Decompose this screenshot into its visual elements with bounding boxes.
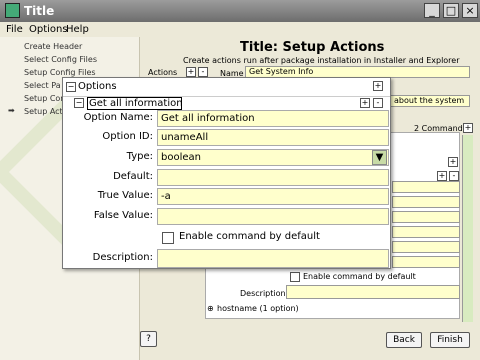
add-option-button[interactable]: +	[448, 157, 458, 167]
back-field-2[interactable]	[392, 196, 460, 208]
false-value-field[interactable]	[157, 208, 389, 225]
sidebar-step-setup-con[interactable]: Setup Con	[24, 94, 65, 103]
enable-by-default-label: Enable command by default	[179, 231, 320, 242]
back-field-4[interactable]	[392, 241, 460, 253]
option-id-field[interactable]: unameAll	[157, 129, 389, 146]
description-field[interactable]	[157, 249, 389, 268]
close-button[interactable]: ×	[462, 3, 478, 18]
expand-hostname-icon[interactable]: ⊕	[207, 304, 214, 313]
sidebar-step-select-config-files[interactable]: Select Config Files	[24, 55, 97, 64]
small-plus-button[interactable]: +	[437, 171, 447, 181]
options-dialog: − Options + − Get all information + - Op…	[62, 77, 391, 269]
menu-bar: File Options Help	[0, 22, 480, 37]
add-group-item-button[interactable]: +	[360, 98, 370, 108]
back-dropdown[interactable]	[392, 211, 460, 223]
menu-file[interactable]: File	[6, 24, 23, 35]
back-field-5[interactable]	[392, 256, 460, 268]
true-value-label: True Value:	[97, 190, 153, 201]
option-name-label: Option Name:	[83, 112, 153, 123]
true-value-field[interactable]: -a	[157, 188, 389, 205]
app-icon	[5, 3, 20, 18]
help-button[interactable]: ?	[140, 331, 157, 347]
maximize-button[interactable]: □	[443, 3, 459, 18]
window-title: Title	[24, 4, 55, 18]
small-minus-button[interactable]: -	[449, 171, 459, 181]
minimize-button[interactable]: _	[424, 3, 440, 18]
type-label: Type:	[126, 151, 153, 162]
back-enable-checkbox[interactable]	[290, 272, 300, 282]
option-name-field[interactable]: Get all information	[157, 110, 389, 127]
false-value-label: False Value:	[93, 210, 153, 221]
page-heading: Title: Setup Actions	[240, 40, 385, 55]
sidebar-step-setup-config-files[interactable]: Setup Config Files	[24, 68, 96, 77]
current-step-arrow-icon: ➡	[8, 106, 15, 115]
finish-button[interactable]: Finish	[430, 332, 470, 348]
back-field-3[interactable]	[392, 226, 460, 238]
default-field[interactable]	[157, 169, 389, 186]
options-title: Options	[78, 81, 117, 92]
back-button[interactable]: Back	[386, 332, 422, 348]
hostname-item[interactable]: hostname (1 option)	[217, 304, 299, 313]
sidebar-step-create-header[interactable]: Create Header	[24, 42, 82, 51]
back-description-field[interactable]	[286, 285, 460, 299]
chevron-down-icon[interactable]: ▼	[372, 150, 387, 165]
title-bar: Title _ □ ×	[0, 0, 480, 22]
add-action-button[interactable]: +	[186, 67, 196, 77]
menu-help[interactable]: Help	[66, 24, 89, 35]
page-subtitle: Create actions run after package install…	[183, 56, 460, 65]
type-dropdown[interactable]: boolean	[157, 149, 389, 166]
group-label[interactable]: Get all information	[87, 97, 183, 110]
collapse-options-icon[interactable]: −	[66, 82, 76, 92]
back-enable-label: Enable command by default	[303, 272, 416, 281]
sidebar-step-setup-actions[interactable]: Setup Acti	[24, 107, 65, 116]
option-id-label: Option ID:	[102, 131, 153, 142]
remove-action-button[interactable]: -	[198, 67, 208, 77]
default-label: Default:	[113, 171, 153, 182]
add-option-group-button[interactable]: +	[373, 81, 383, 91]
back-description-label: Description:	[240, 289, 289, 298]
sidebar-step-select-pa[interactable]: Select Pa	[24, 81, 61, 90]
actions-label: Actions	[148, 68, 178, 77]
add-command-button[interactable]: +	[463, 123, 473, 133]
remove-group-item-button[interactable]: -	[373, 98, 383, 108]
menu-options[interactable]: Options	[29, 24, 68, 35]
about-field[interactable]: about the system	[390, 95, 470, 107]
description-label: Description:	[92, 252, 153, 263]
collapse-group-icon[interactable]: −	[74, 98, 84, 108]
enable-by-default-checkbox[interactable]	[162, 232, 174, 244]
back-field-1[interactable]	[392, 181, 460, 193]
scrollbar[interactable]	[462, 135, 473, 322]
